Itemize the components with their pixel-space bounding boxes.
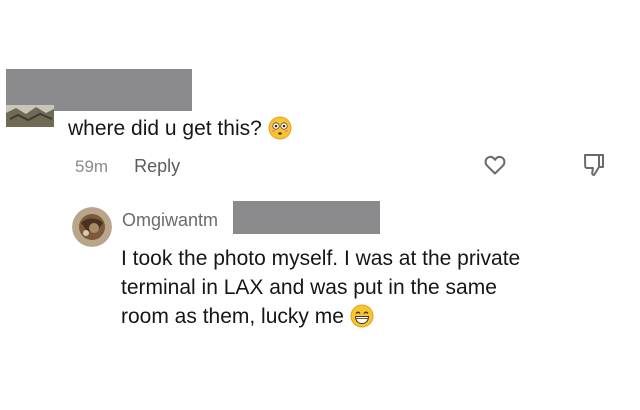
comment-line: terminal in LAX and was put in the same (121, 276, 497, 299)
comment-line-last: room as them, lucky me (121, 302, 621, 331)
comment-body: where did u get this? (68, 117, 262, 140)
comment-text: I took the photo myself. I was at the pr… (121, 244, 621, 331)
comment-text: where did u get this? (68, 116, 292, 141)
heart-icon[interactable] (483, 153, 507, 177)
comment-line-text: room as them, lucky me (121, 305, 344, 328)
username[interactable]: Omgiwantm (122, 210, 218, 231)
redaction-bar (233, 201, 380, 234)
comment-meta: 59m Reply (75, 156, 180, 177)
thumbs-down-icon[interactable] (582, 152, 606, 178)
grinning-face-emoji (350, 304, 374, 328)
flushed-face-emoji (268, 116, 292, 140)
avatar[interactable] (72, 207, 112, 247)
comment-timestamp: 59m (75, 157, 109, 176)
comment-line: I took the photo myself. I was at the pr… (121, 247, 521, 270)
reply-button[interactable]: Reply (134, 156, 180, 177)
avatar[interactable] (6, 105, 54, 127)
